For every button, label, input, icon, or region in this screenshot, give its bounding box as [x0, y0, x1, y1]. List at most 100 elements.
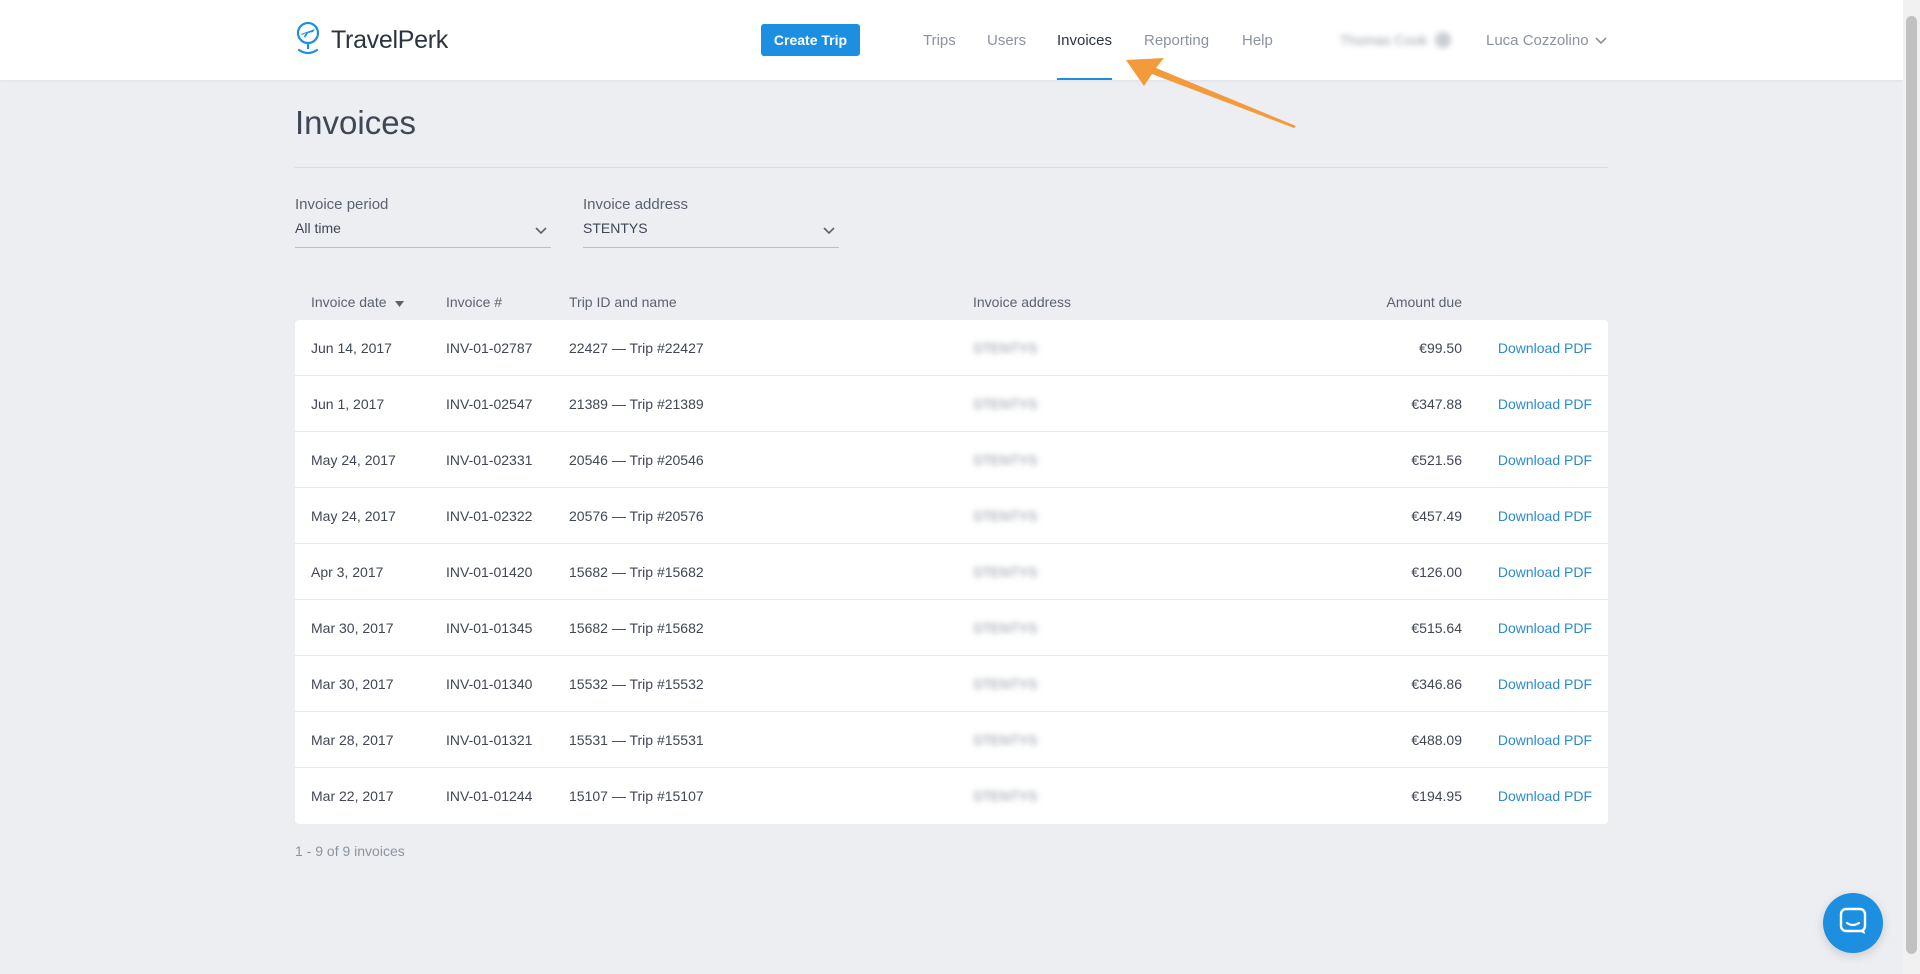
- invoice-address: STENTYS: [973, 508, 1038, 524]
- invoice-number: INV-01-01244: [446, 788, 533, 804]
- invoice-address: STENTYS: [973, 340, 1038, 356]
- invoice-number: INV-01-02787: [446, 340, 533, 356]
- trip-name: 22427 — Trip #22427: [569, 340, 704, 356]
- table-row: Jun 14, 2017 INV-01-02787 22427 — Trip #…: [295, 320, 1608, 376]
- invoice-address: STENTYS: [973, 788, 1038, 804]
- invoice-date: Mar 22, 2017: [311, 788, 394, 804]
- chevron-down-icon: [1594, 32, 1607, 49]
- table-row: May 24, 2017 INV-01-02331 20546 — Trip #…: [295, 432, 1608, 488]
- invoice-period-select[interactable]: All time: [295, 220, 551, 248]
- amount-due: €99.50: [1419, 340, 1462, 356]
- amount-due: €346.86: [1411, 676, 1462, 692]
- invoice-address: STENTYS: [973, 564, 1038, 580]
- amount-due: €457.49: [1411, 508, 1462, 524]
- table-row: Jun 1, 2017 INV-01-02547 21389 — Trip #2…: [295, 376, 1608, 432]
- annotation-arrow: [1126, 58, 1296, 128]
- invoice-date: Jun 14, 2017: [311, 340, 392, 356]
- column-label: Invoice date: [311, 294, 387, 310]
- invoice-date: May 24, 2017: [311, 508, 396, 524]
- company-switcher[interactable]: Thomas Cook: [1340, 31, 1460, 49]
- chat-bubble-icon: [1839, 907, 1867, 940]
- download-pdf-link[interactable]: Download PDF: [1498, 432, 1592, 488]
- invoice-address-select[interactable]: STENTYS: [583, 220, 839, 248]
- trip-name: 15682 — Trip #15682: [569, 620, 704, 636]
- title-divider: [295, 167, 1608, 168]
- trip-name: 15682 — Trip #15682: [569, 564, 704, 580]
- chevron-down-icon: [535, 222, 547, 238]
- column-header-invoice-number: Invoice #: [446, 294, 503, 310]
- nav-invoices[interactable]: Invoices: [1057, 0, 1113, 80]
- user-name: Luca Cozzolino: [1486, 31, 1589, 49]
- column-header-invoice-date[interactable]: Invoice date: [311, 294, 404, 310]
- user-menu[interactable]: Luca Cozzolino: [1486, 30, 1607, 50]
- invoice-number: INV-01-02331: [446, 452, 533, 468]
- trip-name: 20576 — Trip #20576: [569, 508, 704, 524]
- chat-launcher-button[interactable]: [1823, 893, 1883, 953]
- download-pdf-link[interactable]: Download PDF: [1498, 544, 1592, 600]
- download-pdf-link[interactable]: Download PDF: [1498, 600, 1592, 656]
- scrollbar-thumb[interactable]: [1906, 16, 1917, 954]
- nav-trips[interactable]: Trips: [923, 0, 956, 80]
- invoice-address: STENTYS: [973, 732, 1038, 748]
- table-row: Mar 30, 2017 INV-01-01340 15532 — Trip #…: [295, 656, 1608, 712]
- amount-due: €347.88: [1411, 396, 1462, 412]
- chevron-down-icon: [823, 222, 835, 238]
- invoice-address-filter: Invoice address STENTYS: [583, 196, 839, 248]
- invoice-number: INV-01-02322: [446, 508, 533, 524]
- invoice-table-header: Invoice date Invoice # Trip ID and name …: [295, 290, 1608, 320]
- trip-name: 15107 — Trip #15107: [569, 788, 704, 804]
- brand-name: TravelPerk: [331, 25, 448, 54]
- page-title: Invoices: [295, 104, 417, 141]
- invoice-period-label: Invoice period: [295, 196, 389, 213]
- travelperk-logo[interactable]: TravelPerk: [295, 20, 448, 61]
- invoice-date: Mar 30, 2017: [311, 620, 394, 636]
- invoice-number: INV-01-01420: [446, 564, 533, 580]
- invoice-address: STENTYS: [973, 676, 1038, 692]
- download-pdf-link[interactable]: Download PDF: [1498, 656, 1592, 712]
- download-pdf-link[interactable]: Download PDF: [1498, 768, 1592, 824]
- page-scrollbar[interactable]: [1903, 0, 1920, 974]
- table-row: Mar 22, 2017 INV-01-01244 15107 — Trip #…: [295, 768, 1608, 824]
- nav-users[interactable]: Users: [987, 0, 1026, 80]
- invoice-address: STENTYS: [973, 396, 1038, 412]
- download-pdf-link[interactable]: Download PDF: [1498, 320, 1592, 376]
- sort-desc-icon: [394, 294, 404, 310]
- invoice-number: INV-01-01340: [446, 676, 533, 692]
- column-header-trip: Trip ID and name: [569, 294, 677, 310]
- download-pdf-link[interactable]: Download PDF: [1498, 712, 1592, 768]
- invoice-number: INV-01-01345: [446, 620, 533, 636]
- table-row: Mar 30, 2017 INV-01-01345 15682 — Trip #…: [295, 600, 1608, 656]
- invoice-address: STENTYS: [973, 452, 1038, 468]
- invoice-date: Apr 3, 2017: [311, 564, 384, 580]
- top-navigation-bar: TravelPerk Create Trip Trips Users Invoi…: [0, 0, 1903, 80]
- create-trip-button[interactable]: Create Trip: [761, 24, 860, 56]
- column-header-address: Invoice address: [973, 294, 1072, 310]
- invoice-date: Mar 30, 2017: [311, 676, 394, 692]
- invoice-period-value: All time: [295, 220, 341, 236]
- invoice-date: Mar 28, 2017: [311, 732, 394, 748]
- invoice-date: May 24, 2017: [311, 452, 396, 468]
- download-pdf-link[interactable]: Download PDF: [1498, 376, 1592, 432]
- invoice-number: INV-01-01321: [446, 732, 533, 748]
- table-row: Mar 28, 2017 INV-01-01321 15531 — Trip #…: [295, 712, 1608, 768]
- invoice-address-label: Invoice address: [583, 196, 689, 213]
- invoice-date: Jun 1, 2017: [311, 396, 385, 412]
- amount-due: €488.09: [1411, 732, 1462, 748]
- download-pdf-link[interactable]: Download PDF: [1498, 488, 1592, 544]
- plane-globe-icon: [295, 20, 321, 61]
- amount-due: €194.95: [1411, 788, 1462, 804]
- company-badge-icon: [1435, 32, 1452, 48]
- amount-due: €521.56: [1411, 452, 1462, 468]
- invoice-address: STENTYS: [973, 620, 1038, 636]
- invoice-address-value: STENTYS: [583, 220, 648, 236]
- trip-name: 20546 — Trip #20546: [569, 452, 704, 468]
- company-name: Thomas Cook: [1340, 32, 1428, 48]
- trip-name: 15531 — Trip #15531: [569, 732, 704, 748]
- column-header-amount: Amount due: [1386, 294, 1463, 310]
- invoice-number: INV-01-02547: [446, 396, 533, 412]
- amount-due: €515.64: [1411, 620, 1462, 636]
- trip-name: 21389 — Trip #21389: [569, 396, 704, 412]
- trip-name: 15532 — Trip #15532: [569, 676, 704, 692]
- table-row: Apr 3, 2017 INV-01-01420 15682 — Trip #1…: [295, 544, 1608, 600]
- amount-due: €126.00: [1411, 564, 1462, 580]
